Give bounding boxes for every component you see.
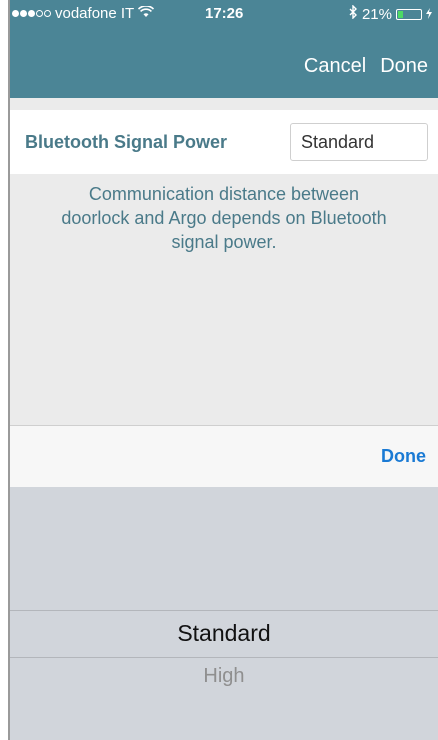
picker-option-next[interactable]: High	[10, 665, 438, 688]
app-frame: vodafone IT 17:26 21% Cancel Done Blueto…	[8, 0, 438, 740]
status-bar: vodafone IT 17:26 21%	[10, 0, 438, 28]
header-bar: vodafone IT 17:26 21% Cancel Done	[10, 0, 438, 98]
status-right: 21%	[349, 4, 432, 23]
charging-icon	[426, 6, 432, 23]
carrier-name: vodafone IT	[55, 5, 135, 22]
battery-percent: 21%	[361, 5, 392, 23]
battery-level-fill	[398, 10, 404, 18]
status-time: 17:26	[205, 5, 244, 22]
battery-icon	[396, 8, 422, 20]
picker-done-button[interactable]: Done	[381, 446, 426, 467]
picker-toolbar: Done	[10, 425, 438, 487]
signal-power-select[interactable]: Standard	[290, 123, 428, 161]
signal-power-description: Communication distance between doorlock …	[10, 182, 438, 254]
signal-power-picker[interactable]: Standard High	[10, 487, 438, 740]
nav-done-button[interactable]: Done	[380, 55, 428, 78]
picker-option-selected[interactable]: Standard	[10, 620, 438, 647]
wifi-icon	[138, 5, 155, 22]
description-line: Communication distance between	[88, 184, 360, 204]
status-left: vodafone IT	[12, 5, 155, 22]
signal-power-row: Bluetooth Signal Power Standard	[10, 110, 438, 174]
signal-strength-icon	[12, 10, 51, 17]
bluetooth-icon	[349, 4, 358, 23]
nav-actions: Cancel Done	[304, 55, 428, 78]
cancel-button[interactable]: Cancel	[304, 55, 366, 78]
description-line: signal power.	[171, 232, 277, 252]
signal-power-label: Bluetooth Signal Power	[25, 132, 228, 152]
description-line: doorlock and Argo depends on Bluetooth	[61, 208, 387, 228]
